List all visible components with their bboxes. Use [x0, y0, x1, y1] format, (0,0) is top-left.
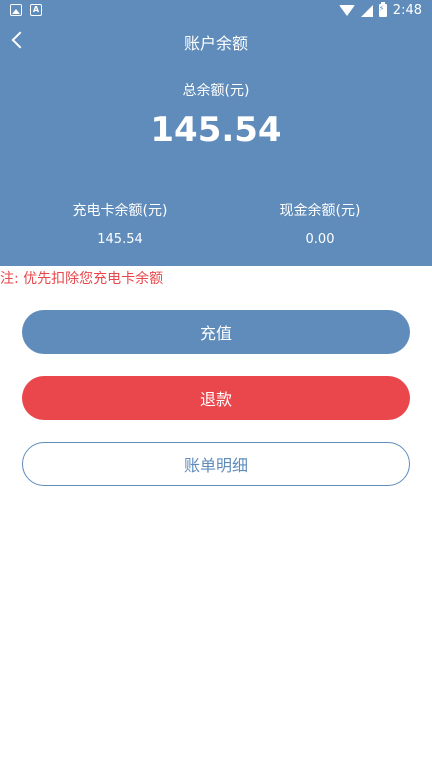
page-title: 账户余额: [183, 34, 248, 53]
cash-balance-amount: 0.00: [305, 232, 335, 247]
a-icon: A: [30, 4, 42, 16]
image-icon: [10, 4, 22, 16]
refund-button[interactable]: 退款: [22, 376, 410, 420]
cash-balance: 现金余额(元) 0.00: [212, 200, 428, 247]
signal-icon: [360, 4, 373, 17]
nav-bar: 账户余额: [0, 24, 432, 60]
card-balance-label: 充电卡余额(元): [72, 203, 168, 219]
card-balance: 充电卡余额(元) 145.54: [12, 200, 228, 247]
status-time: 2:48: [392, 3, 422, 18]
card-balance-amount: 145.54: [97, 232, 143, 247]
cash-balance-label: 现金余额(元): [279, 203, 361, 219]
wifi-icon: [338, 5, 355, 16]
bill-detail-button[interactable]: 账单明细: [22, 442, 410, 486]
status-bar-left: A: [10, 4, 42, 16]
recharge-button[interactable]: 充值: [22, 310, 410, 354]
battery-icon: [378, 2, 387, 17]
deduction-notice: 注: 优先扣除您充电卡余额: [0, 271, 164, 287]
status-bar: A 2:48: [0, 0, 432, 24]
total-balance-amount: 145.54: [150, 110, 282, 150]
account-balance-page: A 2:48 账户余额 总余额(元) 145.54 充电卡余额(元) 145.5…: [0, 0, 432, 768]
status-bar-right: 2:48: [338, 2, 422, 18]
total-balance-label: 总余额(元): [182, 83, 250, 99]
balance-header: A 2:48 账户余额 总余额(元) 145.54 充电卡余额(元) 145.5…: [0, 0, 432, 266]
